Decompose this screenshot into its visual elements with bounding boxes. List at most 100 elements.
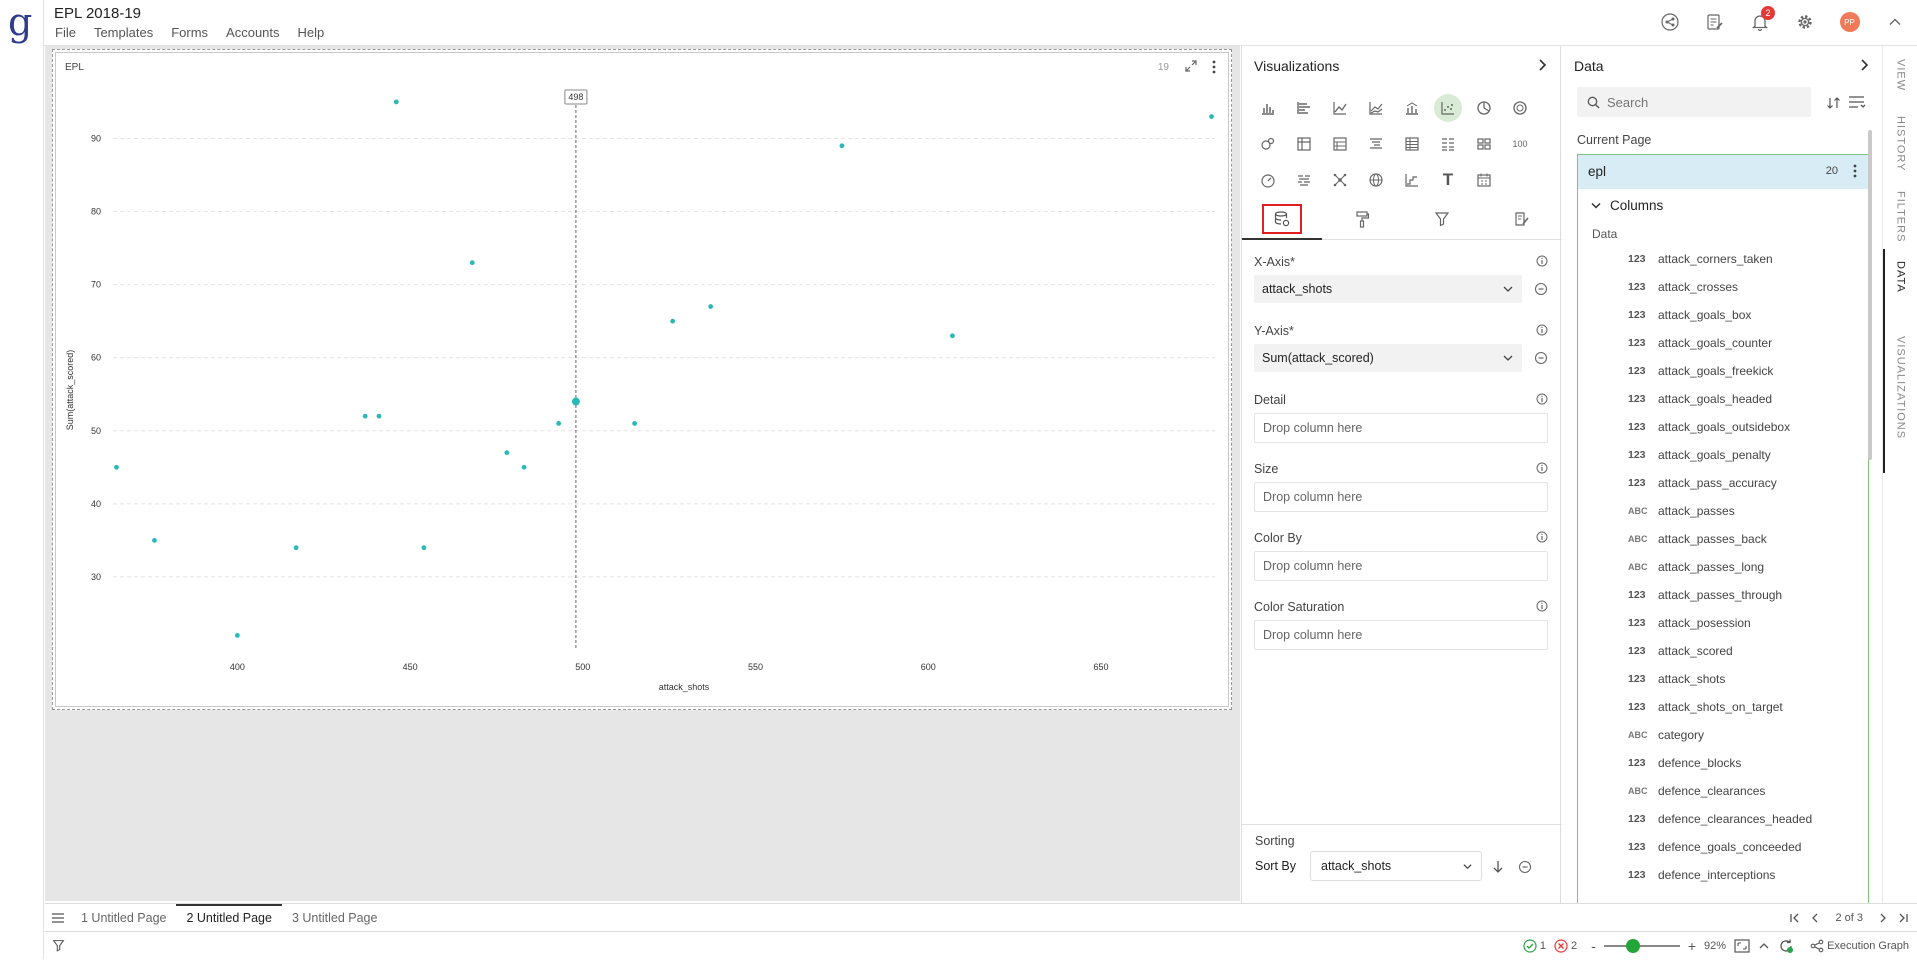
chart-card[interactable]: 30 40 50 60 70 80 90 400 450 500 550 600 650 498 att… bbox=[52, 49, 1232, 710]
page-tab-3[interactable]: 3 Untitled Page bbox=[282, 904, 387, 932]
viz-pivot-table[interactable] bbox=[1286, 126, 1322, 162]
zoom-in-button[interactable]: + bbox=[1688, 938, 1696, 954]
info-icon[interactable] bbox=[1536, 393, 1548, 405]
viz-donut-chart[interactable] bbox=[1502, 90, 1538, 126]
columns-toggle[interactable]: Columns bbox=[1578, 189, 1868, 223]
column-item[interactable]: ABC category bbox=[1578, 721, 1868, 749]
color-by-dropzone[interactable]: Drop column here bbox=[1254, 551, 1548, 581]
sort-icon[interactable] bbox=[1826, 96, 1842, 110]
info-icon[interactable] bbox=[1536, 531, 1548, 543]
tab-format[interactable] bbox=[1322, 198, 1402, 239]
scatter-point[interactable] bbox=[839, 143, 845, 149]
list-view-icon[interactable] bbox=[1848, 94, 1866, 110]
scatter-point[interactable] bbox=[950, 333, 955, 339]
remove-x-axis-icon[interactable] bbox=[1534, 282, 1548, 296]
card-menu-button[interactable] bbox=[1211, 60, 1217, 74]
scatter-point[interactable] bbox=[1209, 114, 1214, 119]
edit-notes-button[interactable] bbox=[1692, 0, 1737, 44]
search-input[interactable] bbox=[1607, 93, 1802, 111]
viz-word-cloud[interactable] bbox=[1286, 162, 1322, 198]
menu-file[interactable]: File bbox=[55, 25, 76, 40]
next-page-icon[interactable] bbox=[1877, 912, 1889, 924]
viz-kpi-number[interactable]: 100 bbox=[1502, 126, 1538, 162]
size-dropzone[interactable]: Drop column here bbox=[1254, 482, 1548, 512]
scatter-point[interactable] bbox=[571, 397, 580, 406]
info-icon[interactable] bbox=[1536, 324, 1548, 336]
remove-y-axis-icon[interactable] bbox=[1534, 351, 1548, 365]
side-tab-history[interactable]: HISTORY bbox=[1883, 110, 1917, 178]
column-item[interactable]: 123 attack_pass_accuracy bbox=[1578, 469, 1868, 497]
column-item[interactable]: 123 defence_goals_conceeded bbox=[1578, 833, 1868, 861]
collapse-header-button[interactable] bbox=[1872, 0, 1917, 44]
side-tab-view[interactable]: VIEW bbox=[1883, 52, 1917, 98]
success-count[interactable]: 1 bbox=[1523, 939, 1546, 953]
kebab-icon[interactable] bbox=[1852, 164, 1858, 178]
viz-crosstab[interactable] bbox=[1322, 126, 1358, 162]
column-item[interactable]: 123 attack_crosses bbox=[1578, 273, 1868, 301]
column-item[interactable]: ABC attack_passes bbox=[1578, 497, 1868, 525]
side-tab-data[interactable]: DATA bbox=[1883, 254, 1917, 300]
viz-column-chart[interactable] bbox=[1250, 90, 1286, 126]
column-item[interactable]: 123 attack_goals_outsidebox bbox=[1578, 413, 1868, 441]
menu-help[interactable]: Help bbox=[298, 25, 325, 40]
column-item[interactable]: 123 attack_goals_counter bbox=[1578, 329, 1868, 357]
viz-step-chart[interactable] bbox=[1394, 162, 1430, 198]
detail-dropzone[interactable]: Drop column here bbox=[1254, 413, 1548, 443]
refresh-icon[interactable] bbox=[1778, 938, 1794, 954]
viz-calendar[interactable] bbox=[1466, 162, 1502, 198]
x-axis-select[interactable]: attack_shots bbox=[1254, 275, 1522, 303]
scatter-point[interactable] bbox=[504, 450, 510, 456]
pages-menu-button[interactable] bbox=[45, 912, 71, 924]
viz-area-chart[interactable] bbox=[1358, 90, 1394, 126]
scatter-point[interactable] bbox=[469, 260, 475, 266]
remove-sort-icon[interactable] bbox=[1518, 860, 1532, 874]
viz-gauge[interactable] bbox=[1250, 162, 1286, 198]
dataset-header[interactable]: epl 20 bbox=[1578, 155, 1868, 189]
scatter-point[interactable] bbox=[293, 545, 299, 551]
viz-map[interactable] bbox=[1358, 162, 1394, 198]
user-avatar-button[interactable]: PP bbox=[1827, 0, 1872, 44]
column-item[interactable]: 123 defence_blocks bbox=[1578, 749, 1868, 777]
y-axis-select[interactable]: Sum(attack_scored) bbox=[1254, 344, 1522, 372]
scatter-point[interactable] bbox=[234, 632, 240, 638]
column-item[interactable]: ABC defence_clearances bbox=[1578, 777, 1868, 805]
page-tab-1[interactable]: 1 Untitled Page bbox=[71, 904, 176, 932]
tab-analytics[interactable] bbox=[1482, 198, 1562, 239]
execution-graph-button[interactable]: Execution Graph bbox=[1810, 939, 1909, 953]
info-icon[interactable] bbox=[1536, 462, 1548, 474]
viz-scatter-chart[interactable] bbox=[1430, 90, 1466, 126]
page-tab-2[interactable]: 2 Untitled Page bbox=[176, 903, 282, 932]
viz-combo-chart[interactable] bbox=[1394, 90, 1430, 126]
data-panel-scrollbar[interactable] bbox=[1868, 130, 1872, 460]
scatter-point[interactable] bbox=[632, 421, 638, 426]
side-tab-filters[interactable]: FILTERS bbox=[1883, 186, 1917, 248]
color-saturation-dropzone[interactable]: Drop column here bbox=[1254, 620, 1548, 650]
viz-tiles[interactable] bbox=[1466, 126, 1502, 162]
scatter-point[interactable] bbox=[521, 464, 527, 470]
first-page-icon[interactable] bbox=[1789, 912, 1801, 924]
viz-bubble-chart[interactable] bbox=[1250, 126, 1286, 162]
side-tab-visualizations[interactable]: VISUALIZATIONS bbox=[1883, 308, 1917, 468]
share-button[interactable] bbox=[1647, 0, 1692, 44]
column-item[interactable]: 123 attack_corners_taken bbox=[1578, 245, 1868, 273]
viz-text[interactable]: T bbox=[1430, 162, 1466, 198]
scatter-point[interactable] bbox=[376, 413, 382, 419]
scatter-point[interactable] bbox=[393, 99, 399, 105]
zoom-out-button[interactable]: - bbox=[1591, 938, 1596, 954]
notifications-button[interactable]: 2 bbox=[1737, 0, 1782, 44]
settings-button[interactable] bbox=[1782, 0, 1827, 44]
sort-by-select[interactable]: attack_shots bbox=[1310, 851, 1482, 881]
tab-data-config[interactable] bbox=[1242, 198, 1322, 240]
column-item[interactable]: 123 attack_passes_through bbox=[1578, 581, 1868, 609]
column-item[interactable]: 123 defence_clearances_headed bbox=[1578, 805, 1868, 833]
menu-templates[interactable]: Templates bbox=[94, 25, 153, 40]
column-item[interactable]: ABC attack_passes_back bbox=[1578, 525, 1868, 553]
column-item[interactable]: 123 attack_scored bbox=[1578, 637, 1868, 665]
viz-table[interactable] bbox=[1394, 126, 1430, 162]
scatter-point[interactable] bbox=[670, 318, 676, 324]
viz-bar-chart[interactable] bbox=[1286, 90, 1322, 126]
column-item[interactable]: 123 attack_posession bbox=[1578, 609, 1868, 637]
error-count[interactable]: 2 bbox=[1554, 939, 1577, 953]
column-item[interactable]: 123 attack_goals_headed bbox=[1578, 385, 1868, 413]
page-canvas[interactable]: 30 40 50 60 70 80 90 400 450 500 550 600 650 498 att… bbox=[45, 46, 1240, 901]
